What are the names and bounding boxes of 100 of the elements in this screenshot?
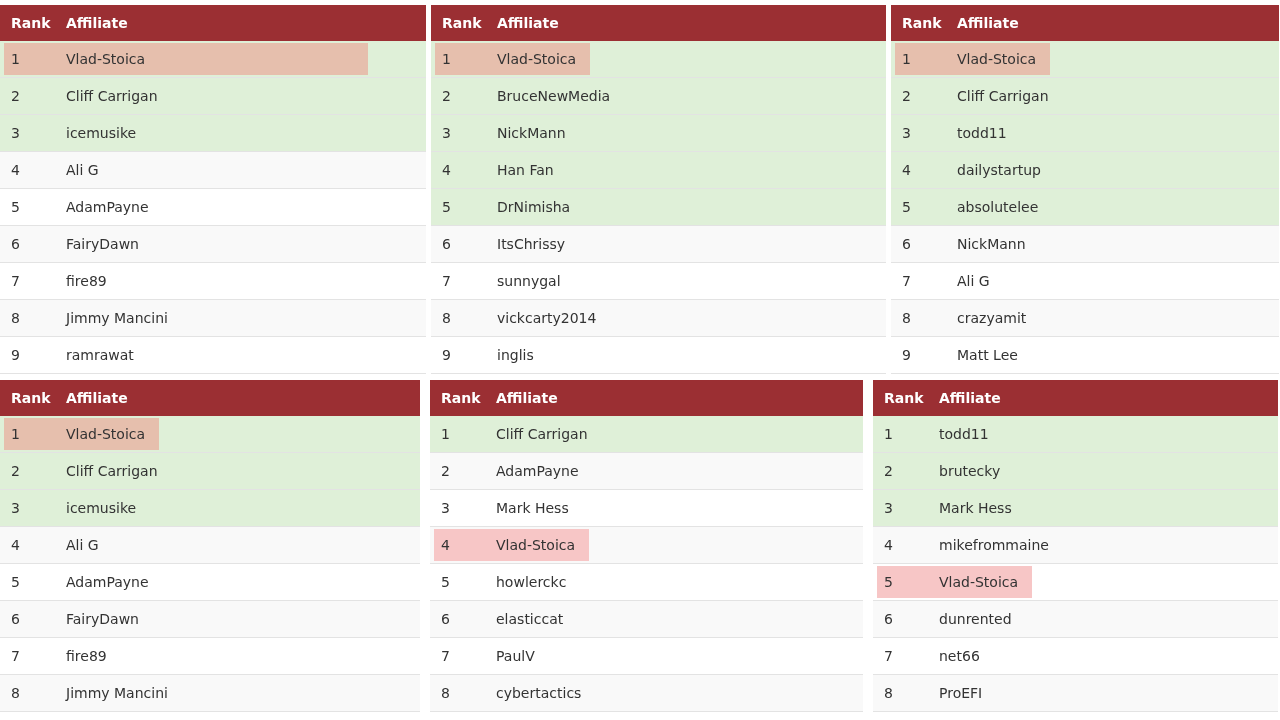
affiliate-cell: Jimmy Mancini	[66, 310, 168, 326]
rank-cell-text: 5	[901, 199, 912, 215]
rank-cell-text: 3	[883, 500, 894, 516]
affiliate-cell: AdamPayne	[66, 574, 149, 590]
rank-cell-text: 6	[901, 236, 912, 252]
rank-cell-text: 6	[441, 236, 452, 252]
affiliate-cell: fire89	[66, 273, 107, 289]
affiliate-cell: fire89	[66, 648, 107, 664]
affiliate-cell: crazyamit	[957, 310, 1027, 326]
rank-cell-text: 6	[883, 611, 894, 627]
rank-cell-text: 7	[441, 273, 452, 289]
rank-cell-text: 2	[901, 88, 912, 104]
affiliate-cell: Vlad-Stoica	[939, 574, 1019, 590]
affiliate-cell: Vlad-Stoica	[496, 537, 576, 553]
column-header: Rank	[901, 15, 943, 31]
affiliate-cell: Matt Lee	[957, 347, 1018, 363]
affiliate-cell: FairyDawn	[66, 236, 139, 252]
affiliate-cell: net66	[939, 648, 980, 664]
rank-cell-text: 9	[441, 347, 452, 363]
rank-cell-text: 6	[10, 611, 21, 627]
column-header: Affiliate	[496, 390, 558, 406]
affiliate-cell: Vlad-Stoica	[957, 51, 1037, 67]
rank-cell-text: 3	[441, 125, 452, 141]
rank-cell-text: 7	[883, 648, 894, 664]
affiliate-cell: inglis	[497, 347, 534, 363]
rank-cell-text: 4	[10, 162, 21, 178]
rank-cell-text: 1	[440, 426, 451, 442]
rank-cell-text: 2	[10, 463, 21, 479]
rank-cell-text: 1	[10, 51, 21, 67]
affiliate-cell: sunnygal	[497, 273, 561, 289]
affiliate-cell: FairyDawn	[66, 611, 139, 627]
rank-cell-text: 6	[10, 236, 21, 252]
affiliate-cell: AdamPayne	[496, 463, 579, 479]
rank-cell-text: 1	[883, 426, 894, 442]
rank-cell-text: 2	[10, 88, 21, 104]
affiliate-cell: mikefrommaine	[939, 537, 1049, 553]
affiliate-cell: AdamPayne	[66, 199, 149, 215]
affiliate-cell: cybertactics	[496, 685, 582, 701]
affiliate-cell: Ali G	[957, 273, 990, 289]
column-header: Rank	[441, 15, 483, 31]
rank-cell-text: 5	[441, 199, 452, 215]
rank-cell-text: 4	[441, 162, 452, 178]
rank-cell-text: 1	[441, 51, 452, 67]
column-header: Affiliate	[957, 15, 1019, 31]
rank-cell-text: 7	[440, 648, 451, 664]
affiliate-cell: Ali G	[66, 537, 99, 553]
affiliate-cell: Han Fan	[497, 162, 554, 178]
rank-cell-text: 7	[901, 273, 912, 289]
affiliate-cell: NickMann	[957, 236, 1026, 252]
rank-cell-text: 5	[440, 574, 451, 590]
rank-cell-text: 5	[883, 574, 894, 590]
affiliate-cell: icemusike	[66, 500, 137, 516]
affiliate-cell: Vlad-Stoica	[66, 51, 146, 67]
column-header: Affiliate	[497, 15, 559, 31]
rank-cell-text: 7	[10, 648, 21, 664]
rank-cell-text: 2	[441, 88, 452, 104]
rank-cell-text: 8	[901, 310, 912, 326]
affiliate-cell: NickMann	[497, 125, 566, 141]
rank-cell-text: 9	[901, 347, 912, 363]
column-header: Rank	[10, 390, 52, 406]
column-header: Rank	[440, 390, 482, 406]
rank-cell-text: 3	[10, 500, 21, 516]
rank-cell-text: 5	[10, 199, 21, 215]
affiliate-cell: ItsChrissy	[497, 236, 566, 252]
rank-cell-text: 3	[440, 500, 451, 516]
column-header: Affiliate	[66, 15, 128, 31]
affiliate-cell: ProEFI	[939, 685, 983, 701]
rank-cell-text: 5	[10, 574, 21, 590]
affiliate-cell: Jimmy Mancini	[66, 685, 168, 701]
affiliate-cell: elasticcat	[496, 611, 564, 627]
affiliate-cell: Mark Hess	[496, 500, 569, 516]
rank-cell-text: 9	[10, 347, 21, 363]
rank-cell-text: 8	[440, 685, 451, 701]
rank-cell-text: 8	[441, 310, 452, 326]
column-header: Rank	[883, 390, 925, 406]
affiliate-cell: BruceNewMedia	[497, 88, 611, 104]
rank-cell-text: 7	[10, 273, 21, 289]
column-header: Rank	[10, 15, 52, 31]
rank-cell-text: 3	[901, 125, 912, 141]
affiliate-cell: brutecky	[939, 463, 1001, 479]
affiliate-cell: Vlad-Stoica	[497, 51, 577, 67]
rank-cell-text: 3	[10, 125, 21, 141]
affiliate-cell: howlerckc	[496, 574, 567, 590]
affiliate-cell: todd11	[939, 426, 989, 442]
affiliate-cell: Cliff Carrigan	[496, 426, 588, 442]
rank-cell-text: 4	[901, 162, 912, 178]
rank-cell-text: 6	[440, 611, 451, 627]
affiliate-cell: Mark Hess	[939, 500, 1012, 516]
affiliate-cell: dailystartup	[957, 162, 1041, 178]
affiliate-cell: Ali G	[66, 162, 99, 178]
rank-cell-text: 4	[10, 537, 21, 553]
rank-cell-text: 4	[883, 537, 894, 553]
affiliate-cell: ramrawat	[66, 347, 134, 363]
affiliate-cell: Cliff Carrigan	[66, 88, 158, 104]
affiliate-cell: Cliff Carrigan	[66, 463, 158, 479]
rank-cell-text: 1	[10, 426, 21, 442]
affiliate-cell: Vlad-Stoica	[66, 426, 146, 442]
rank-cell-text: 1	[901, 51, 912, 67]
rank-cell-text: 8	[883, 685, 894, 701]
rank-cell-text: 8	[10, 685, 21, 701]
